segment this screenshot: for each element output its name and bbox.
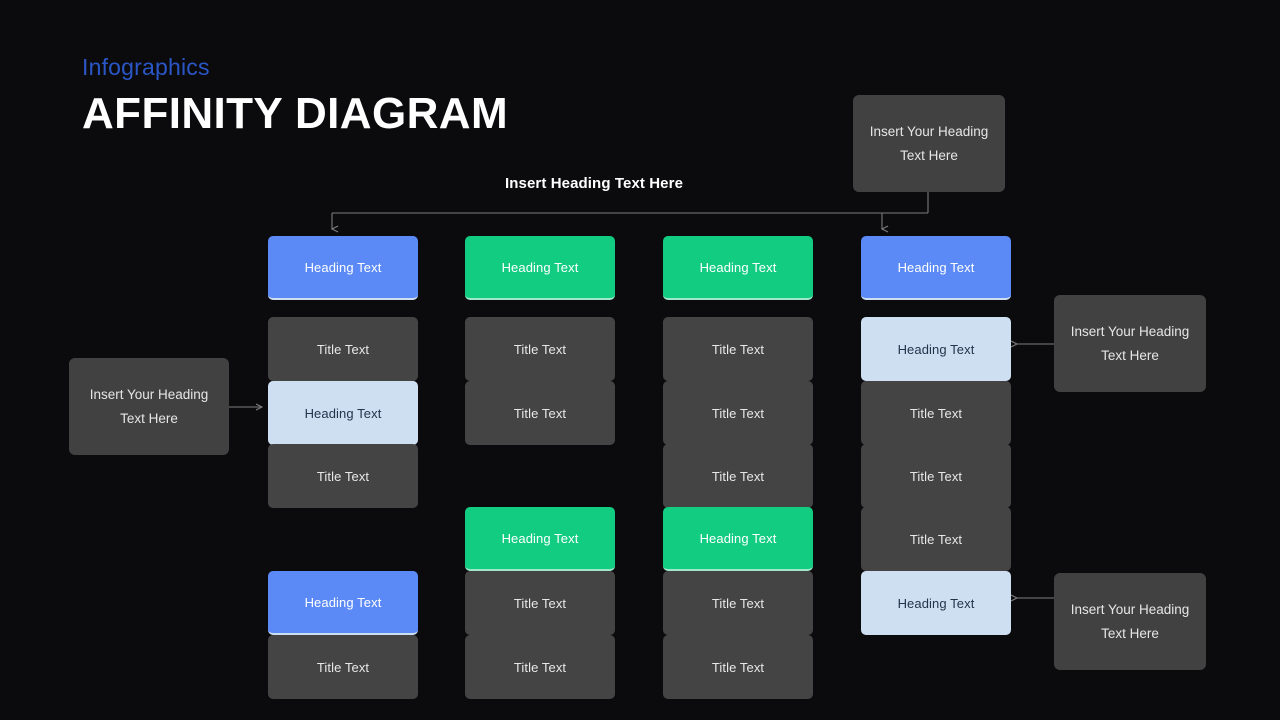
card-c3-r6[interactable]: Title Text — [663, 571, 813, 635]
card-c4-r6[interactable]: Heading Text — [861, 571, 1011, 635]
card-c4-r1[interactable]: Heading Text — [861, 236, 1011, 300]
card-c2-r2[interactable]: Title Text — [465, 317, 615, 381]
card-c4-r2[interactable]: Heading Text — [861, 317, 1011, 381]
card-label: Heading Text — [897, 341, 975, 357]
card-label: Title Text — [513, 595, 567, 611]
card-c1-r2[interactable]: Title Text — [268, 317, 418, 381]
card-c1-r4[interactable]: Title Text — [268, 444, 418, 508]
card-label: Title Text — [711, 405, 765, 421]
card-label: Title Text — [909, 405, 963, 421]
card-label: Title Text — [711, 341, 765, 357]
callout-line-2: Text Here — [1101, 347, 1159, 363]
callout-bottom-right[interactable]: Insert Your Heading Text Here — [1054, 573, 1206, 670]
card-c1-r6[interactable]: Heading Text — [268, 571, 418, 635]
card-label: Heading Text — [897, 595, 975, 611]
card-label: Title Text — [711, 468, 765, 484]
card-label: Title Text — [316, 659, 370, 675]
card-c1-r1[interactable]: Heading Text — [268, 236, 418, 300]
eyebrow-label: Infographics — [82, 54, 210, 80]
section-heading: Insert Heading Text Here — [505, 175, 684, 192]
card-c4-r5[interactable]: Title Text — [861, 507, 1011, 571]
card-c1-r7[interactable]: Title Text — [268, 635, 418, 699]
page-title: AFFINITY DIAGRAM — [82, 89, 509, 138]
callout-line-2: Text Here — [120, 410, 178, 426]
callout-line-1: Insert Your Heading — [1070, 323, 1190, 339]
card-c3-r7[interactable]: Title Text — [663, 635, 813, 699]
card-label: Title Text — [909, 468, 963, 484]
card-label: Title Text — [513, 405, 567, 421]
callout-line-1: Insert Your Heading — [89, 386, 209, 402]
card-label: Title Text — [909, 531, 963, 547]
card-c3-r3[interactable]: Title Text — [663, 381, 813, 445]
card-c1-r3[interactable]: Heading Text — [268, 381, 418, 445]
card-label: Title Text — [316, 468, 370, 484]
card-c3-r1[interactable]: Heading Text — [663, 236, 813, 300]
callout-top-right[interactable]: Insert Your Heading Text Here — [853, 95, 1005, 192]
card-c2-r6[interactable]: Title Text — [465, 571, 615, 635]
card-label: Heading Text — [304, 259, 382, 275]
card-label: Heading Text — [304, 405, 382, 421]
card-label: Heading Text — [501, 259, 579, 275]
card-c2-r7[interactable]: Title Text — [465, 635, 615, 699]
card-c3-r4[interactable]: Title Text — [663, 444, 813, 508]
card-c2-r3[interactable]: Title Text — [465, 381, 615, 445]
card-c2-r5[interactable]: Heading Text — [465, 507, 615, 571]
card-label: Heading Text — [699, 259, 777, 275]
card-label: Title Text — [711, 595, 765, 611]
card-label: Heading Text — [699, 530, 777, 546]
callout-line-2: Text Here — [900, 147, 958, 163]
callout-line-2: Text Here — [1101, 625, 1159, 641]
callout-line-1: Insert Your Heading — [869, 123, 989, 139]
callout-line-1: Insert Your Heading — [1070, 601, 1190, 617]
card-label: Heading Text — [897, 259, 975, 275]
card-c2-r1[interactable]: Heading Text — [465, 236, 615, 300]
card-c4-r3[interactable]: Title Text — [861, 381, 1011, 445]
card-c4-r4[interactable]: Title Text — [861, 444, 1011, 508]
card-label: Title Text — [711, 659, 765, 675]
card-label: Heading Text — [304, 594, 382, 610]
card-label: Title Text — [513, 341, 567, 357]
card-label: Heading Text — [501, 530, 579, 546]
card-c3-r5[interactable]: Heading Text — [663, 507, 813, 571]
callout-right-middle[interactable]: Insert Your Heading Text Here — [1054, 295, 1206, 392]
card-label: Title Text — [513, 659, 567, 675]
card-c3-r2[interactable]: Title Text — [663, 317, 813, 381]
callout-left[interactable]: Insert Your Heading Text Here — [69, 358, 229, 455]
card-label: Title Text — [316, 341, 370, 357]
slide-canvas: Infographics AFFINITY DIAGRAM Insert Hea… — [0, 0, 1280, 720]
